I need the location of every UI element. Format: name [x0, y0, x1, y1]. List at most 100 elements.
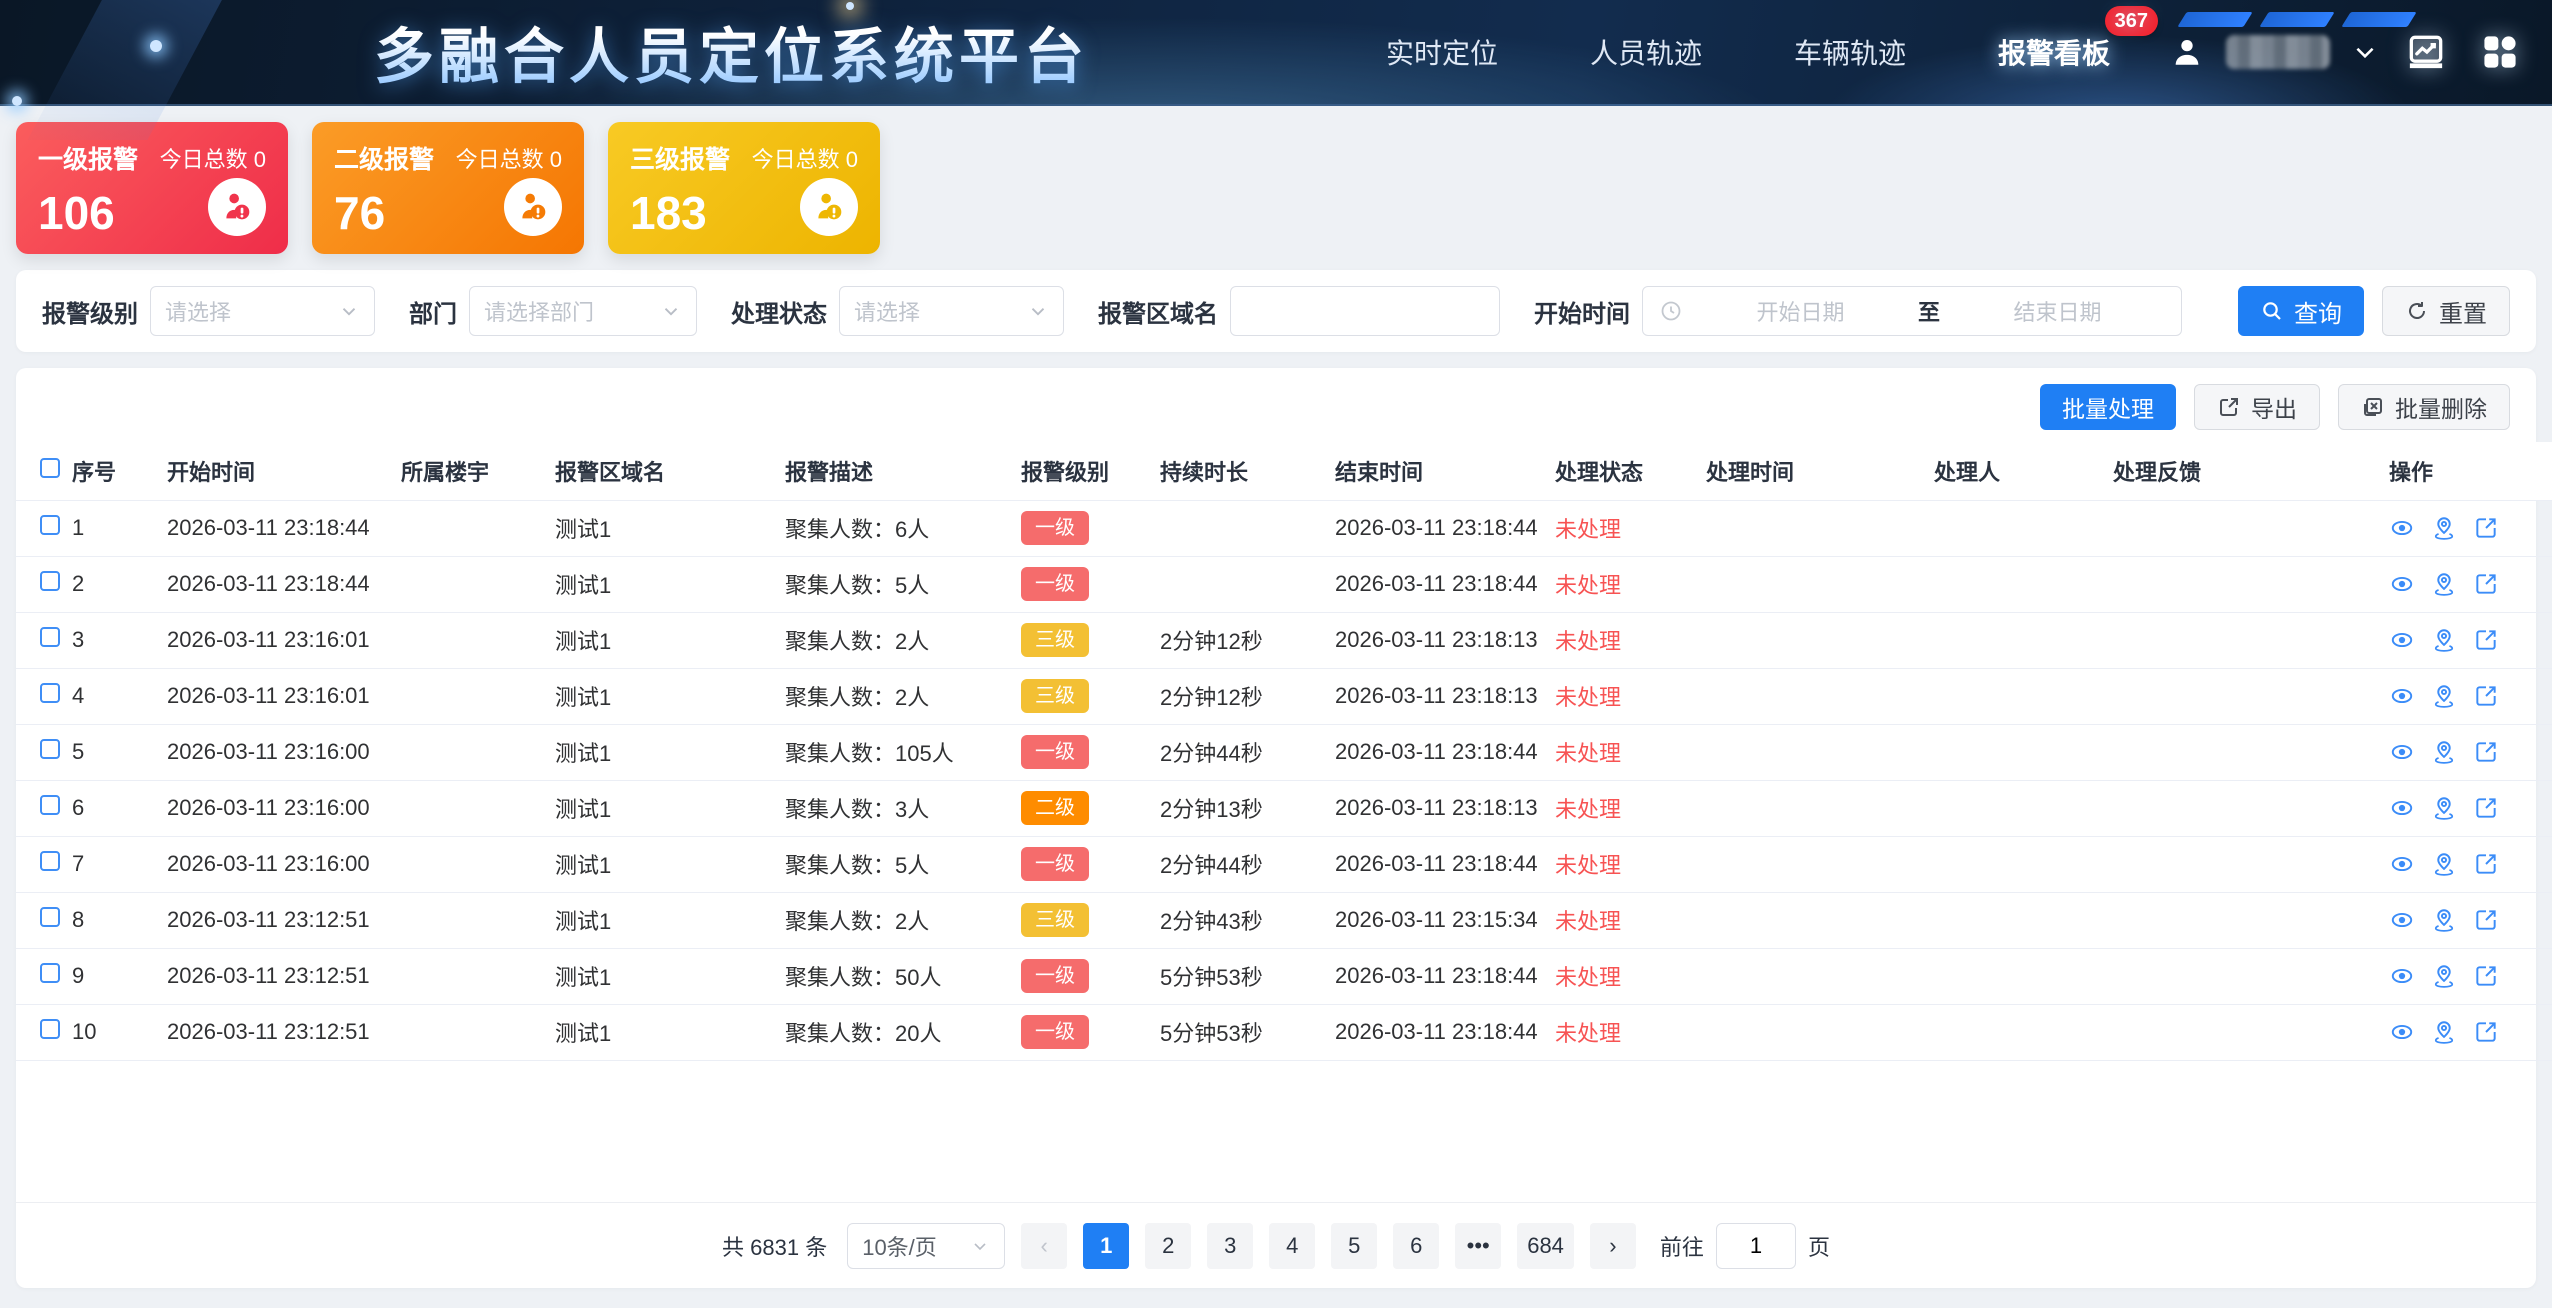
date-range-picker[interactable]: 开始日期 至 结束日期 [1642, 286, 2182, 336]
table-row: 2 2026-03-11 23:18:44 测试1 聚集人数：5人 一级 202… [16, 556, 2552, 612]
card-level3-alarm[interactable]: 三级报警 今日总数 0 183 [608, 122, 880, 254]
page-button[interactable]: 2 [1145, 1223, 1191, 1269]
card-count: 183 [630, 190, 707, 236]
alarm-count-badge: 367 [2105, 6, 2158, 36]
cell-end-time: 2026-03-11 23:18:44 [1335, 500, 1555, 556]
edit-icon[interactable] [2473, 739, 2499, 765]
app-grid-icon[interactable] [2474, 26, 2526, 78]
view-eye-icon[interactable] [2389, 627, 2415, 653]
more-pages-button[interactable]: ••• [1455, 1223, 1501, 1269]
page-button[interactable]: 4 [1269, 1223, 1315, 1269]
edit-icon[interactable] [2473, 683, 2499, 709]
locate-pin-icon[interactable] [2431, 683, 2457, 709]
card-today-total: 今日总数 0 [752, 142, 858, 174]
cell-building [401, 556, 555, 612]
page-size-select[interactable]: 10条/页 [847, 1223, 1005, 1269]
cell-handler [1934, 556, 2113, 612]
handle-status-select[interactable]: 请选择 [839, 286, 1064, 336]
row-checkbox[interactable] [40, 739, 60, 759]
locate-pin-icon[interactable] [2431, 963, 2457, 989]
page-button[interactable]: 1 [1083, 1223, 1129, 1269]
view-eye-icon[interactable] [2389, 739, 2415, 765]
row-checkbox[interactable] [40, 627, 60, 647]
export-button[interactable]: 导出 [2194, 384, 2320, 430]
row-checkbox[interactable] [40, 851, 60, 871]
view-eye-icon[interactable] [2389, 963, 2415, 989]
cell-duration [1160, 500, 1335, 556]
card-level2-alarm[interactable]: 二级报警 今日总数 0 76 [312, 122, 584, 254]
locate-pin-icon[interactable] [2431, 907, 2457, 933]
search-button[interactable]: 查询 [2238, 286, 2364, 336]
card-label: 二级报警 [334, 140, 434, 176]
cell-handle-time [1706, 556, 1934, 612]
nav-item-realtime-location[interactable]: 实时定位 [1386, 32, 1498, 72]
user-icon [2170, 35, 2204, 69]
nav-item-vehicle-track[interactable]: 车辆轨迹 [1794, 32, 1906, 72]
view-eye-icon[interactable] [2389, 907, 2415, 933]
batch-delete-button[interactable]: 批量删除 [2338, 384, 2510, 430]
cell-desc: 聚集人数：50人 [785, 948, 1021, 1004]
page-button[interactable]: 5 [1331, 1223, 1377, 1269]
cell-feedback [2113, 556, 2389, 612]
nav-item-alarm-board[interactable]: 报警看板 367 [1998, 32, 2110, 72]
view-eye-icon[interactable] [2389, 571, 2415, 597]
cell-feedback [2113, 500, 2389, 556]
reset-button[interactable]: 重置 [2382, 286, 2510, 336]
page-button[interactable]: 6 [1393, 1223, 1439, 1269]
edit-icon[interactable] [2473, 627, 2499, 653]
edit-icon[interactable] [2473, 795, 2499, 821]
alarm-area-input[interactable] [1230, 286, 1500, 336]
row-checkbox[interactable] [40, 963, 60, 983]
row-checkbox[interactable] [40, 571, 60, 591]
header-decoration-stripe [27, 0, 232, 140]
cell-feedback [2113, 780, 2389, 836]
row-checkbox[interactable] [40, 795, 60, 815]
locate-pin-icon[interactable] [2431, 627, 2457, 653]
card-level1-alarm[interactable]: 一级报警 今日总数 0 106 [16, 122, 288, 254]
goto-page-input[interactable] [1716, 1223, 1796, 1269]
cell-status: 未处理 [1555, 948, 1706, 1004]
page-button[interactable]: 3 [1207, 1223, 1253, 1269]
row-checkbox[interactable] [40, 683, 60, 703]
select-all-checkbox[interactable] [40, 458, 60, 478]
edit-icon[interactable] [2473, 515, 2499, 541]
edit-icon[interactable] [2473, 963, 2499, 989]
edit-icon[interactable] [2473, 851, 2499, 877]
last-page-button[interactable]: 684 [1517, 1223, 1574, 1269]
chevron-down-icon[interactable] [2352, 39, 2378, 65]
locate-pin-icon[interactable] [2431, 515, 2457, 541]
row-checkbox[interactable] [40, 515, 60, 535]
edit-icon[interactable] [2473, 907, 2499, 933]
column-header-duration: 持续时长 [1160, 442, 1335, 500]
department-select[interactable]: 请选择部门 [469, 286, 697, 336]
batch-process-button[interactable]: 批量处理 [2040, 384, 2176, 430]
locate-pin-icon[interactable] [2431, 571, 2457, 597]
cell-start-time: 2026-03-11 23:12:51 [167, 892, 401, 948]
locate-pin-icon[interactable] [2431, 795, 2457, 821]
view-eye-icon[interactable] [2389, 515, 2415, 541]
view-eye-icon[interactable] [2389, 1019, 2415, 1045]
export-icon [2217, 395, 2241, 419]
page-title: 多融合人员定位系统平台 [374, 9, 1089, 96]
view-eye-icon[interactable] [2389, 795, 2415, 821]
monitor-chart-icon[interactable] [2400, 26, 2452, 78]
alarm-level-select[interactable]: 请选择 [150, 286, 375, 336]
column-header-handle-time: 处理时间 [1706, 442, 1934, 500]
cell-area: 测试1 [555, 780, 785, 836]
user-name-blurred[interactable] [2226, 35, 2330, 69]
start-time-label: 开始时间 [1534, 294, 1630, 329]
locate-pin-icon[interactable] [2431, 851, 2457, 877]
cell-handler [1934, 948, 2113, 1004]
locate-pin-icon[interactable] [2431, 739, 2457, 765]
row-checkbox[interactable] [40, 1019, 60, 1039]
edit-icon[interactable] [2473, 1019, 2499, 1045]
cell-handle-time [1706, 612, 1934, 668]
view-eye-icon[interactable] [2389, 683, 2415, 709]
edit-icon[interactable] [2473, 571, 2499, 597]
prev-page-button[interactable]: ‹ [1021, 1223, 1067, 1269]
row-checkbox[interactable] [40, 907, 60, 927]
next-page-button[interactable]: › [1590, 1223, 1636, 1269]
view-eye-icon[interactable] [2389, 851, 2415, 877]
locate-pin-icon[interactable] [2431, 1019, 2457, 1045]
nav-item-person-track[interactable]: 人员轨迹 [1590, 32, 1702, 72]
